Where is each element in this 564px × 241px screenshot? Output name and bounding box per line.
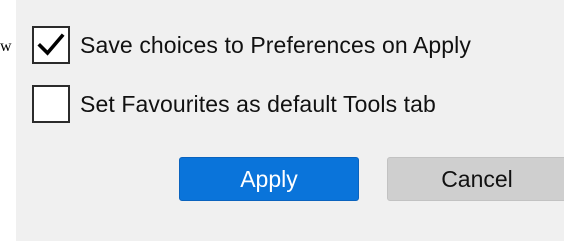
- checkmark-icon: [37, 33, 65, 56]
- favourites-default-checkbox[interactable]: [32, 85, 70, 123]
- save-preferences-checkbox[interactable]: [32, 26, 70, 64]
- save-preferences-option[interactable]: Save choices to Preferences on Apply: [32, 26, 471, 64]
- favourites-default-label: Set Favourites as default Tools tab: [80, 90, 436, 117]
- save-preferences-label: Save choices to Preferences on Apply: [80, 31, 471, 58]
- favourites-default-option[interactable]: Set Favourites as default Tools tab: [32, 85, 436, 123]
- cancel-button[interactable]: Cancel: [387, 157, 564, 201]
- clipped-label-fragment: w: [0, 38, 12, 55]
- apply-button[interactable]: Apply: [179, 157, 359, 201]
